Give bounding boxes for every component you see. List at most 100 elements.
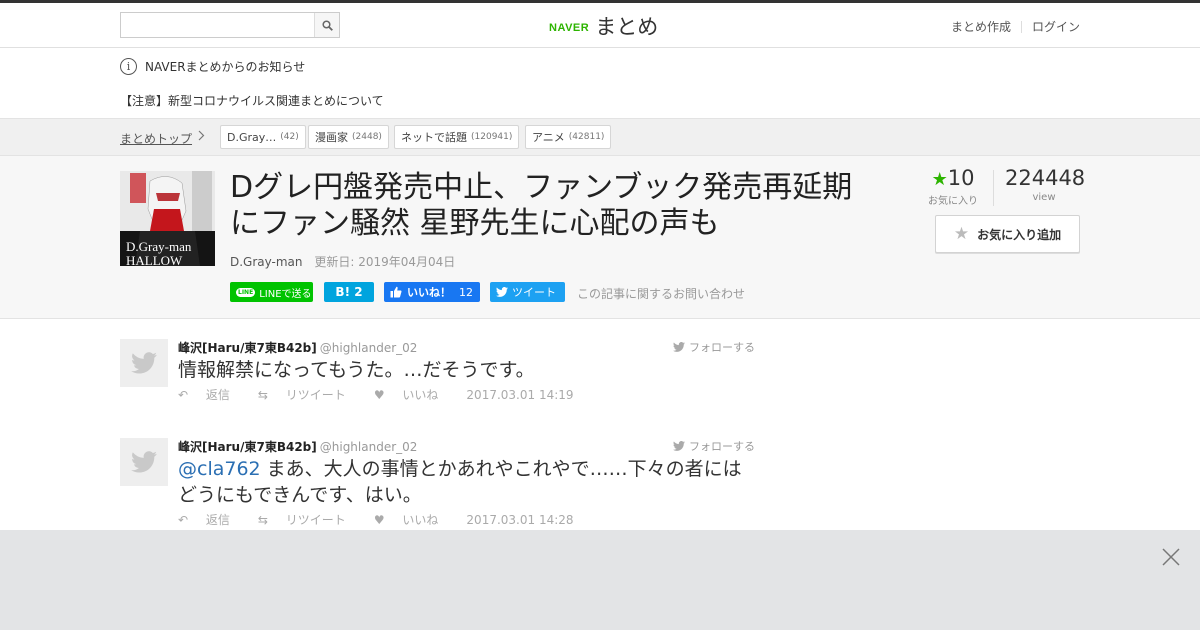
twitter-bird-icon	[496, 287, 508, 297]
heart-icon: ♥	[373, 513, 385, 527]
reply-icon: ↶	[178, 513, 189, 527]
tag-count: (42)	[280, 132, 299, 142]
breadcrumb-top-link[interactable]: まとめトップ	[120, 130, 192, 147]
retweet-button[interactable]: ⇆ リツイート	[258, 511, 360, 528]
retweet-label: リツイート	[285, 388, 346, 402]
star-icon: ★	[953, 224, 970, 244]
follow-label: フォローする	[689, 341, 755, 354]
follow-button[interactable]: フォローする	[673, 339, 755, 355]
tag-count: (42811)	[568, 132, 605, 142]
cover-art-image: D.Gray-man HALLOW	[120, 171, 215, 266]
tweet-timestamp[interactable]: 2017.03.01 14:28	[466, 513, 573, 527]
tag-label: 漫画家	[315, 131, 348, 144]
top-links: まとめ作成 ログイン	[951, 18, 1080, 35]
article-thumbnail[interactable]: D.Gray-man HALLOW	[120, 171, 215, 266]
like-button[interactable]: ♥ いいね	[374, 511, 453, 528]
views-label: view	[1032, 192, 1056, 203]
avatar[interactable]	[120, 339, 168, 387]
author-handle: @highlander_02	[319, 440, 418, 454]
search-icon	[321, 19, 333, 31]
login-link[interactable]: ログイン	[1032, 18, 1080, 35]
notice-item-link[interactable]: 【注意】新型コロナウイルス関連まとめについて	[120, 92, 384, 109]
like-button[interactable]: ♥ いいね	[374, 386, 453, 403]
divider	[1020, 20, 1022, 33]
breadcrumb: まとめトップ D.Gray… (42) 漫画家 (2448) ネットで話題 (1…	[0, 118, 1200, 156]
updated-date: 更新日: 2019年04月04日	[314, 255, 456, 269]
create-matome-link[interactable]: まとめ作成	[951, 18, 1011, 35]
heart-icon: ♥	[373, 388, 385, 402]
like-label: いいね	[402, 513, 439, 527]
tag-net-wadai[interactable]: ネットで話題 (120941)	[394, 125, 520, 149]
logo-text: まとめ	[595, 15, 659, 39]
thumbs-up-icon	[390, 286, 402, 298]
tweet-author[interactable]: 峰沢[Haru/東7東B42b] @highlander_02	[178, 339, 417, 356]
retweet-label: リツイート	[285, 513, 346, 527]
tweet-text: 情報解禁になってもうた。…だそうです。	[178, 357, 758, 383]
tag-anime[interactable]: アニメ (42811)	[525, 125, 612, 149]
twitter-bird-icon	[673, 342, 685, 352]
category-link[interactable]: D.Gray-man	[230, 255, 303, 269]
tweet-label: ツイート	[512, 286, 556, 299]
twitter-bird-icon	[131, 451, 157, 473]
add-favorite-label: お気に入り追加	[977, 227, 1062, 242]
favorites-stat: ★10 お気に入り	[928, 166, 978, 207]
add-favorite-button[interactable]: ★ お気に入り追加	[935, 215, 1080, 253]
reply-button[interactable]: ↶ 返信	[178, 511, 244, 528]
favorites-count: 10	[947, 166, 975, 190]
twitter-bird-icon	[131, 352, 157, 374]
retweet-icon: ⇆	[257, 513, 268, 527]
close-button[interactable]	[1162, 548, 1180, 566]
avatar[interactable]	[120, 438, 168, 486]
tweet-author[interactable]: 峰沢[Haru/東7東B42b] @highlander_02	[178, 438, 417, 455]
line-share-label: LINEで送る	[259, 288, 312, 300]
chevron-right-icon	[198, 130, 205, 144]
tweet-actions: ↶ 返信 ⇆ リツイート ♥ いいね 2017.03.01 14:19	[178, 386, 588, 403]
naver-matome-logo[interactable]: NAVER まとめ	[549, 11, 658, 41]
like-count: 12	[459, 285, 473, 299]
favorites-label: お気に入り	[928, 196, 978, 207]
tag-label: ネットで話題	[401, 131, 467, 144]
like-label: いいね	[402, 388, 439, 402]
facebook-like-button[interactable]: いいね！ 12	[384, 282, 480, 302]
follow-label: フォローする	[689, 440, 755, 453]
author-handle: @highlander_02	[319, 341, 418, 355]
tweet-timestamp[interactable]: 2017.03.01 14:19	[466, 388, 573, 402]
article-header: D.Gray-man HALLOW Dグレ円盤発売中止、ファンブック発売再延期に…	[0, 156, 1200, 319]
divider	[993, 170, 994, 206]
notice-heading: i NAVERまとめからのお知らせ	[120, 58, 305, 75]
page-title: Dグレ円盤発売中止、ファンブック発売再延期にファン騒然 星野先生に心配の声も	[230, 170, 853, 241]
embedded-tweet: 峰沢[Haru/東7東B42b] @highlander_02 フォローする 情報…	[120, 339, 760, 419]
search-box	[120, 12, 340, 38]
tag-label: アニメ	[532, 131, 565, 144]
search-button[interactable]	[314, 13, 339, 37]
reply-button[interactable]: ↶ 返信	[178, 386, 244, 403]
reply-label: 返信	[205, 388, 230, 402]
tweet-mention[interactable]: @cla762	[178, 458, 261, 480]
search-input[interactable]	[121, 13, 314, 37]
hatena-bookmark-button[interactable]: B! 2	[324, 282, 374, 302]
tweet-actions: ↶ 返信 ⇆ リツイート ♥ いいね 2017.03.01 14:28	[178, 511, 588, 528]
views-count: 224448	[1005, 166, 1086, 190]
tweet-button[interactable]: ツイート	[490, 282, 565, 302]
notice-title: NAVERまとめからのお知らせ	[145, 60, 306, 74]
tag-label: D.Gray…	[227, 130, 277, 144]
article-meta: D.Gray-man 更新日: 2019年04月04日	[230, 253, 455, 270]
author-name: 峰沢[Haru/東7東B42b]	[178, 440, 317, 454]
twitter-bird-icon	[673, 441, 685, 451]
tag-count: (2448)	[352, 132, 382, 142]
line-share-button[interactable]: LINE LINEで送る	[230, 282, 313, 302]
tag-count: (120941)	[471, 132, 513, 142]
line-icon: LINE	[236, 287, 256, 297]
author-name: 峰沢[Haru/東7東B42b]	[178, 341, 317, 355]
cover-title-text: D.Gray-man	[126, 239, 192, 254]
follow-button[interactable]: フォローする	[673, 438, 755, 454]
retweet-button[interactable]: ⇆ リツイート	[258, 386, 360, 403]
tag-mangaka[interactable]: 漫画家 (2448)	[308, 125, 389, 149]
tweet-body: まあ、大人の事情とかあれやこれやで……下々の者にはどうにもできんです、はい。	[178, 458, 742, 506]
logo-brand: NAVER	[549, 21, 590, 34]
tag-dgrayman[interactable]: D.Gray… (42)	[220, 125, 306, 149]
contact-link[interactable]: この記事に関するお問い合わせ	[577, 285, 745, 302]
info-icon: i	[120, 58, 137, 75]
reply-label: 返信	[205, 513, 230, 527]
close-icon	[1162, 548, 1180, 566]
